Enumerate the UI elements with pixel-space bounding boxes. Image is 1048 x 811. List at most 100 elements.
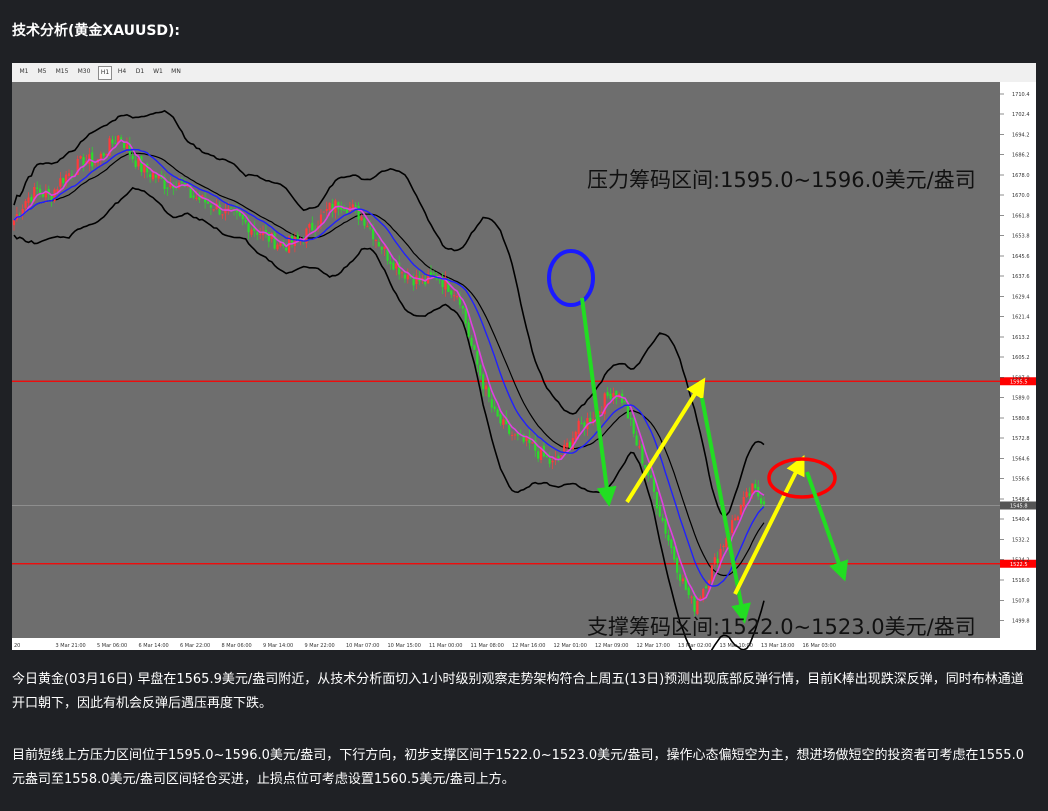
timeframe-h1[interactable]: H1 [98,66,112,80]
candle-body [438,279,441,281]
candle-body [250,229,253,235]
candle-body [673,546,676,560]
candle-body [635,435,638,446]
candle-body [612,393,615,398]
candle-body [748,493,751,496]
x-tick-label: 12 Mar 16:00 [512,643,545,649]
candle-body [565,442,569,448]
candle-body [537,451,540,459]
level-label: 1545.8 [1010,504,1028,510]
candle-body [760,498,763,504]
x-tick-label: 11 Mar 00:00 [429,643,462,649]
x-tick-label: 12 Mar 17:00 [637,643,670,649]
y-tick-label: 1589.0 [1012,396,1030,402]
resistance-annotation: 压力筹码区间:1595.0~1596.0美元/盎司 [587,168,976,192]
candle-body [195,197,198,199]
candle-body [629,417,632,420]
candle-body [276,244,279,250]
candle-body [487,387,491,398]
y-tick-label: 1524.2 [1012,558,1030,564]
candle-body [577,420,580,435]
candle-body [484,385,488,390]
candle-body [403,274,407,279]
candle-body [374,239,378,241]
candle-body [510,435,514,437]
y-tick-label: 1670.0 [1012,193,1030,199]
candle-body [91,152,94,167]
x-tick-label: 13 Mar 18:00 [761,643,794,649]
timeframe-h4[interactable]: H4 [116,66,128,78]
candle-body [429,272,433,275]
candle-body [676,557,679,573]
candle-body [380,246,383,250]
candle-body [114,143,117,145]
timeframe-m30[interactable]: M30 [76,66,92,78]
timeframe-m15[interactable]: M15 [54,66,70,78]
candle-body [664,519,667,534]
y-tick-label: 1548.4 [1012,497,1030,503]
candle-body [432,273,435,275]
candle-body [400,272,404,274]
candle-body [67,173,71,176]
candle-body [111,139,114,144]
timeframe-m5[interactable]: M5 [36,66,48,78]
candle-body [328,202,331,211]
candle-body [470,337,473,346]
candle-body [464,308,467,324]
candle-body [293,236,296,246]
candle-body [241,214,244,220]
candle-body [24,201,27,208]
candle-body [473,345,476,350]
candle-body [490,399,493,408]
candle-body [670,539,673,549]
timeframe-mn[interactable]: MN [170,66,182,78]
candle-body [557,456,560,459]
candle-body [151,172,155,180]
candle-body [360,216,363,221]
x-tick-label: 8 Mar 06:00 [222,643,252,649]
candle-body [308,223,311,228]
timeframe-d1[interactable]: D1 [134,66,146,78]
candle-body [149,174,152,178]
candle-body [319,214,323,224]
candle-body [661,517,664,521]
candle-body [59,178,62,187]
candle-body [389,261,392,265]
candle-body [476,351,479,365]
timeframe-w1[interactable]: W1 [152,66,164,78]
y-tick-label: 1532.2 [1012,538,1030,544]
candle-body [649,475,653,478]
candle-body [513,434,517,436]
candle-body [548,458,551,464]
candle-body [154,175,157,178]
timeframe-toolbar: M1 M5 M15 M30 H1 H4 D1 W1 MN [12,63,1036,83]
x-tick-label: 9 Mar 22:00 [305,643,335,649]
candle-body [30,197,33,202]
y-tick-label: 1580.8 [1012,416,1030,422]
candle-body [560,455,563,457]
candle-body [742,496,745,507]
candle-body [70,174,74,176]
y-tick-label: 1686.2 [1012,153,1030,159]
candle-body [363,218,366,226]
candle-body [667,534,670,541]
candle-body [455,296,459,298]
candle-body [580,423,583,425]
candle-body [482,374,485,390]
timeframe-m1[interactable]: M1 [18,66,30,78]
y-tick-label: 1653.8 [1012,234,1030,240]
candle-body [36,187,39,189]
candle-body [644,464,647,469]
candle-body [716,558,719,564]
candle-body [322,211,325,213]
candle-body [736,516,740,521]
x-tick-label: 10 Mar 07:00 [346,643,379,649]
candle-body [340,207,343,210]
x-tick-label: 6 Mar 22:00 [180,643,210,649]
candle-body [325,209,328,211]
y-tick-label: 1556.6 [1012,477,1030,483]
x-tick-label: 20 [14,643,20,649]
y-tick-label: 1629.4 [1012,295,1030,301]
x-tick-label: 10 Mar 15:00 [388,643,421,649]
x-tick-label: 12 Mar 01:00 [554,643,587,649]
